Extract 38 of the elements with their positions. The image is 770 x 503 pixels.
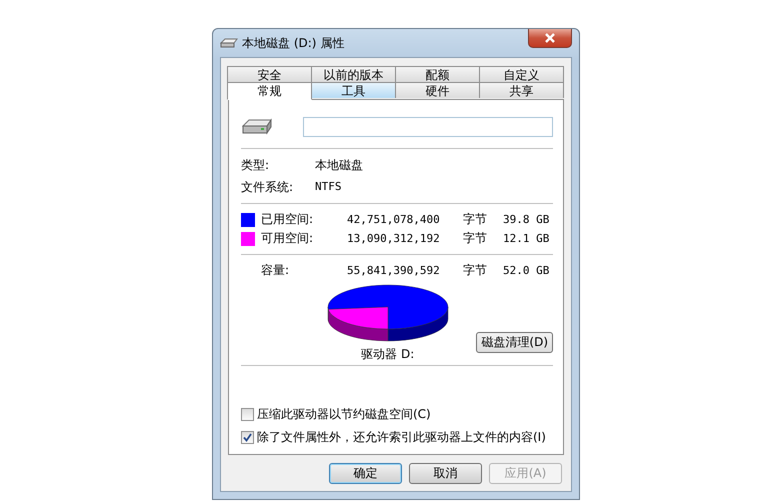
byte-count: 42,751,078,400 [347, 212, 441, 227]
tab[interactable]: 安全 [227, 66, 312, 82]
tab[interactable]: 以前的版本 [311, 66, 396, 82]
size-value: 12.1 GB [503, 231, 550, 246]
unit-label: 字节 [463, 263, 488, 278]
close-button[interactable] [528, 29, 572, 48]
dialog-button[interactable]: 确定 [329, 463, 402, 484]
checkbox[interactable] [241, 431, 254, 444]
space-label: 已用空间: [261, 212, 314, 227]
tab[interactable]: 常规 [227, 82, 312, 100]
space-label: 可用空间: [261, 231, 314, 246]
drive-icon [241, 118, 273, 136]
window-title: 本地磁盘 (D:) 属性 [242, 34, 346, 52]
tab[interactable]: 工具 [311, 82, 396, 98]
tab[interactable]: 共享 [479, 82, 564, 98]
info-value: 本地磁盘 [315, 157, 364, 173]
drive-icon [220, 38, 238, 48]
unit-label: 字节 [463, 212, 488, 227]
drive-name-field[interactable] [303, 117, 553, 137]
byte-count: 55,841,390,592 [347, 263, 441, 278]
tab[interactable]: 配额 [395, 66, 480, 82]
capacity-label: 容量: [261, 263, 290, 278]
info-label: 类型: [241, 157, 270, 173]
size-value: 39.8 GB [503, 212, 550, 227]
close-icon [544, 33, 556, 43]
unit-label: 字节 [463, 231, 488, 246]
dialog-button[interactable]: 取消 [409, 463, 482, 484]
tab[interactable]: 硬件 [395, 82, 480, 98]
tab[interactable]: 自定义 [479, 66, 564, 82]
size-value: 52.0 GB [503, 263, 550, 278]
disk-cleanup-button[interactable]: 磁盘清理(D) [476, 332, 553, 353]
checkbox-label: 压缩此驱动器以节约磁盘空间(C) [257, 406, 431, 423]
info-label: 文件系统: [241, 179, 294, 195]
byte-count: 13,090,312,192 [347, 231, 441, 246]
checkbox[interactable] [241, 408, 254, 421]
drive-label: 驱动器 D: [361, 346, 414, 363]
info-value: NTFS [315, 179, 342, 195]
checkbox-label: 除了文件属性外，还允许索引此驱动器上文件的内容(I) [257, 429, 546, 446]
